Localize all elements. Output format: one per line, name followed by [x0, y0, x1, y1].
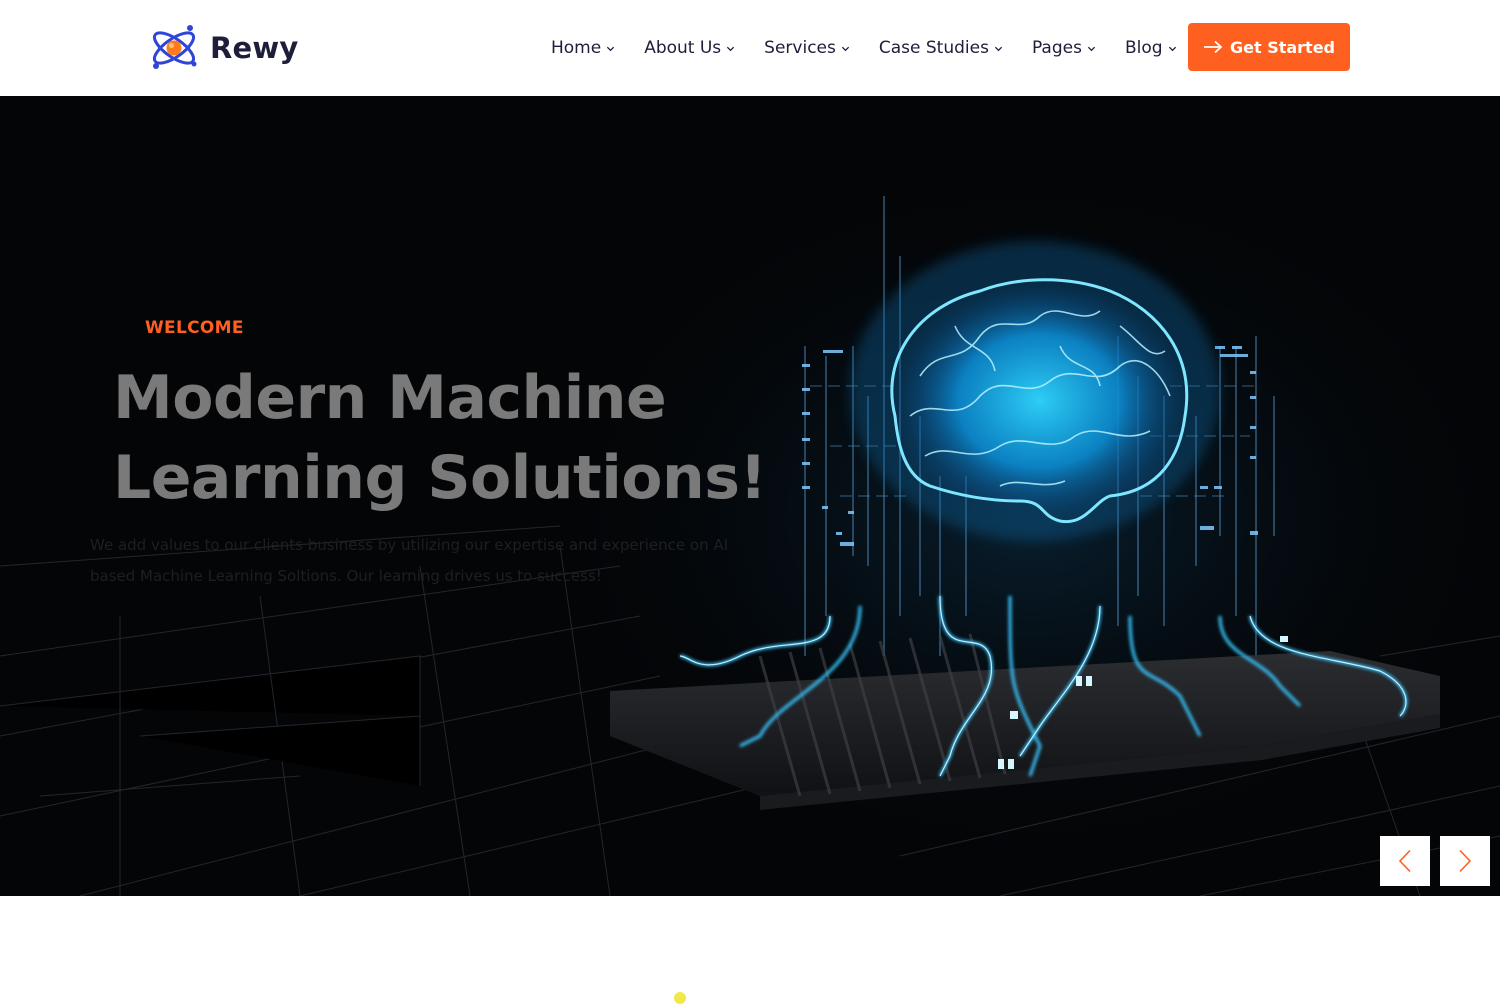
nav-item-blog[interactable]: Blog: [1125, 38, 1177, 58]
main-nav: Home About Us Services Case Studies Page…: [551, 34, 1177, 62]
nav-label: Pages: [1031, 38, 1082, 58]
hero-title: Modern Machine Learning Solutions!: [113, 358, 813, 518]
slider-prev-button[interactable]: [1380, 836, 1430, 886]
get-started-label: Get Started: [1229, 37, 1335, 57]
chevron-down-icon: [1168, 46, 1176, 51]
brand-name: Rewy: [210, 31, 299, 65]
hero-title-line-2: Learning Solutions!: [113, 443, 767, 513]
site-header: Rewy Home About Us Services Case Studies…: [0, 0, 1500, 96]
hero-title-line-1: Modern Machine: [113, 363, 667, 433]
hero-eyebrow: WELCOME: [145, 318, 244, 338]
nav-label: Home: [551, 38, 602, 58]
nav-item-services[interactable]: Services: [764, 38, 850, 58]
decorative-shape: [674, 992, 686, 1004]
chevron-down-icon: [841, 46, 849, 51]
slider-next-button[interactable]: [1440, 836, 1490, 886]
nav-item-about-us[interactable]: About Us: [644, 38, 735, 58]
chevron-left-icon: [1398, 849, 1411, 873]
nav-label: Case Studies: [878, 38, 989, 58]
brand-logo[interactable]: Rewy: [148, 20, 299, 76]
chevron-right-icon: [1459, 849, 1472, 873]
nav-item-home[interactable]: Home: [551, 38, 615, 58]
hero-description: We add values to our clients business by…: [90, 536, 729, 585]
nav-label: Blog: [1124, 38, 1163, 58]
nav-item-pages[interactable]: Pages: [1032, 38, 1096, 58]
arrow-right-icon: [1203, 40, 1223, 54]
chevron-down-icon: [727, 46, 735, 51]
chevron-down-icon: [607, 46, 615, 51]
chevron-down-icon: [994, 46, 1003, 51]
nav-item-case-studies[interactable]: Case Studies: [879, 38, 1003, 58]
nav-label: Services: [764, 38, 836, 58]
nav-label: About Us: [644, 38, 722, 58]
hero-slider: WELCOME Modern Machine Learning Solution…: [0, 96, 1500, 896]
atom-icon: [152, 25, 197, 69]
get-started-button[interactable]: Get Started: [1188, 23, 1350, 71]
chevron-down-icon: [1087, 46, 1096, 51]
